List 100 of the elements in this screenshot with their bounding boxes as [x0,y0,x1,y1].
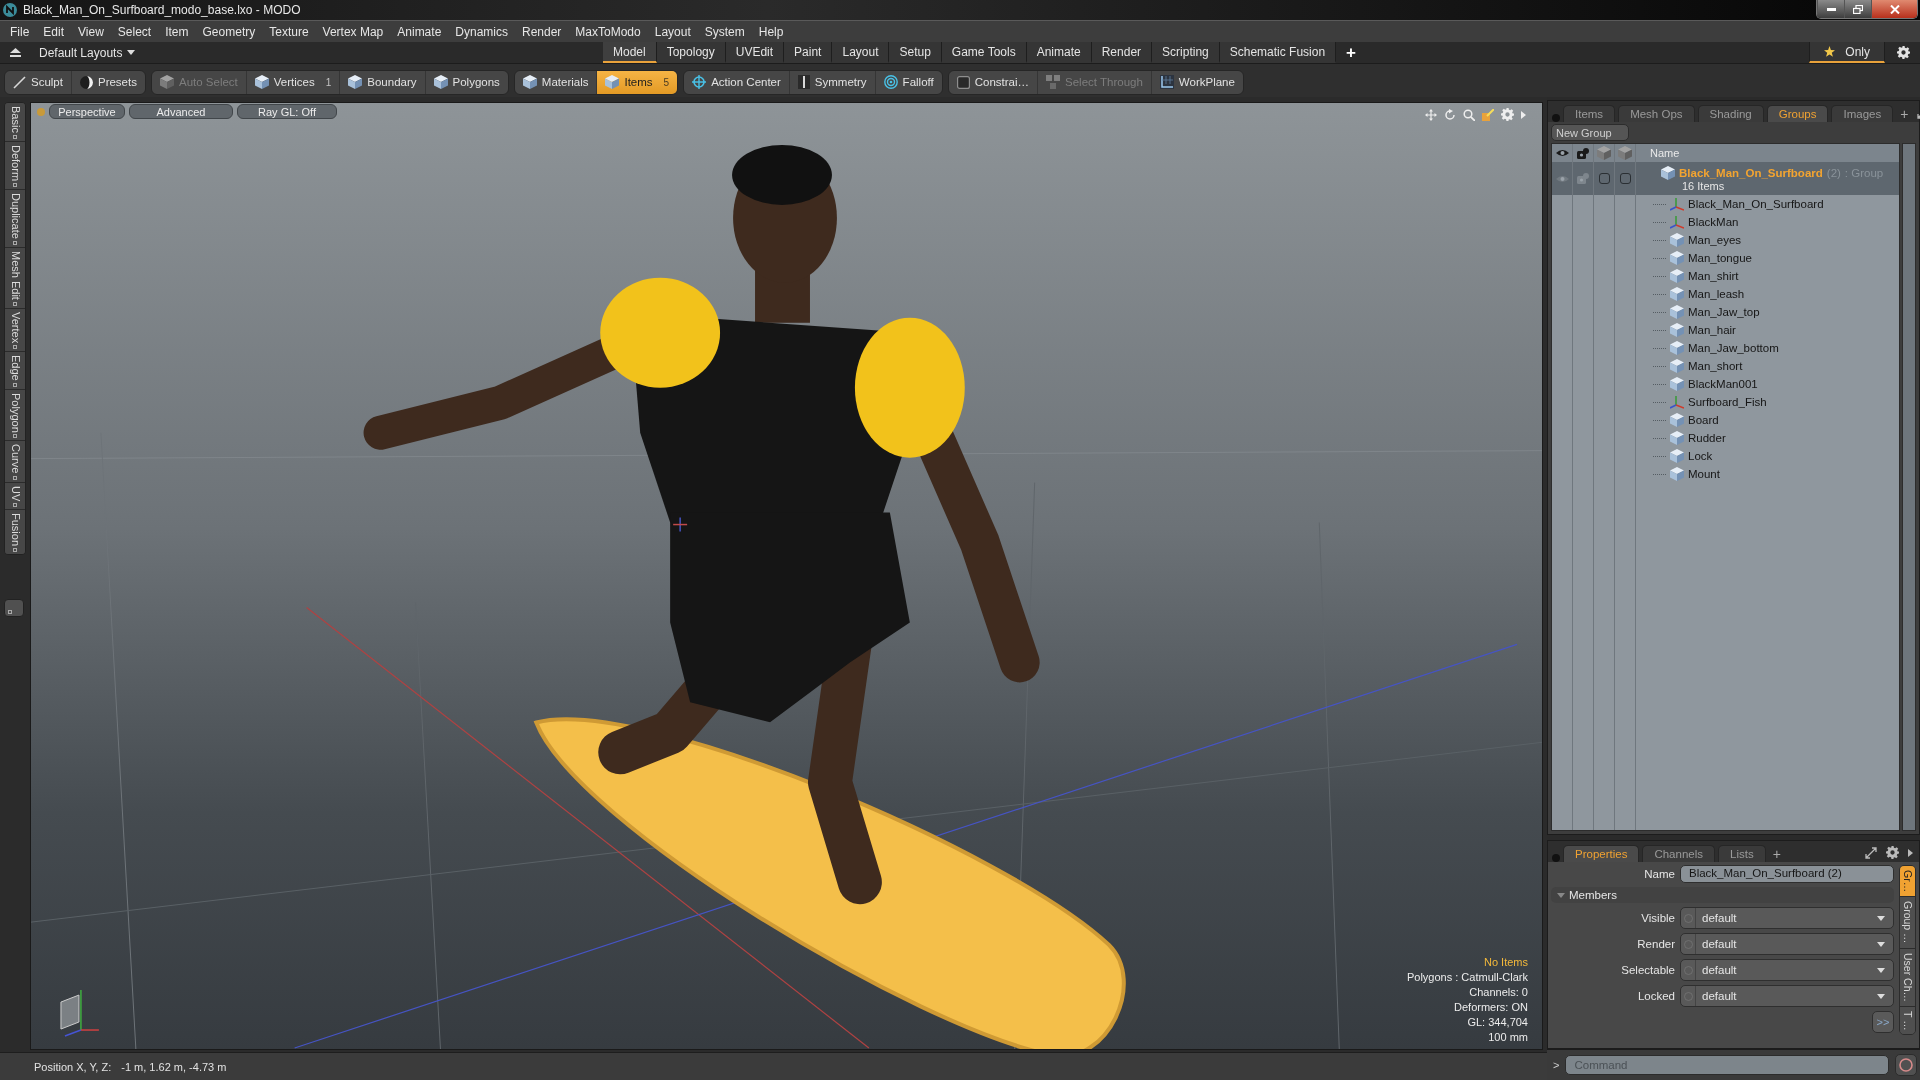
panel-tab[interactable]: Channels [1642,845,1715,862]
dropdown[interactable]: default [1680,907,1894,929]
record-button[interactable] [1895,1054,1917,1076]
layout-tab[interactable]: Render [1091,42,1153,63]
collapse-button[interactable] [8,46,23,59]
viewport-button[interactable]: Perspective [49,104,125,119]
toolbar-button[interactable]: Presets [71,70,145,94]
menu-item[interactable]: System [697,21,752,42]
panel-tab[interactable]: Groups [1766,105,1829,122]
scrollbar-track[interactable] [1902,143,1916,831]
tool-tab[interactable]: Curve [5,441,25,483]
restore-button[interactable] [1844,0,1871,18]
side-tab[interactable]: T … [1900,1006,1915,1035]
panel-menu-button[interactable] [1906,846,1915,859]
viewport[interactable]: Perspective Advanced Ray GL: Off No Items Polygons : Catmull-Clark Channels: 0 Deformers: ON GL: 344,704 100 mm [30,102,1543,1050]
toolbar-button[interactable]: Polygons [425,70,508,94]
menu-item[interactable]: Vertex Map [315,21,391,42]
panel-tab[interactable]: Shading [1697,105,1764,122]
layout-tab[interactable]: Game Tools [941,42,1027,63]
menu-item[interactable]: Animate [390,21,449,42]
menu-item[interactable]: Select [110,21,159,42]
tool-tab[interactable]: Deform [5,141,25,190]
tree-item[interactable]: Black_Man_On_Surfboard [1670,197,1824,211]
add-tab-button[interactable]: + [1896,105,1913,122]
section-toggle[interactable]: Members [1551,887,1894,903]
menu-item[interactable]: Edit [36,21,72,42]
dropdown[interactable]: default [1680,933,1894,955]
tree-item[interactable]: Man_leash [1670,287,1745,301]
side-tab[interactable]: Group … [1900,897,1915,949]
dropdown[interactable]: default [1680,985,1894,1007]
menu-item[interactable]: Render [515,21,569,42]
menu-item[interactable]: MaxToModo [568,21,648,42]
toolbar-button[interactable]: Constrai… [948,70,1039,94]
maximize-panel-button[interactable] [1863,844,1879,861]
panel-tab[interactable]: Items [1563,105,1616,122]
menu-item[interactable]: View [71,21,111,42]
menu-item[interactable]: Geometry [195,21,263,42]
panel-settings-button[interactable] [1884,844,1901,861]
viewport-settings-button[interactable] [1499,106,1516,123]
tree-item[interactable]: Board [1670,413,1719,427]
layout-tab[interactable]: Animate [1026,42,1092,63]
rotate-button[interactable] [1442,106,1458,123]
side-tab[interactable]: User Ch… [1900,948,1915,1007]
add-tab-button[interactable]: + [1768,845,1785,862]
tool-tab[interactable]: UV [5,482,25,511]
layout-tab[interactable]: Schematic Fusion [1219,42,1337,63]
side-tab[interactable]: Gr… [1900,866,1915,898]
tool-tab[interactable]: Vertex [5,308,25,352]
menu-item[interactable]: Help [751,21,791,42]
viewport-menu-button[interactable] [1519,108,1528,121]
menu-item[interactable]: Layout [647,21,698,42]
dropdown[interactable]: default [1680,959,1894,981]
only-toggle[interactable]: Only [1809,42,1885,63]
panel-toggle-button[interactable] [4,599,24,618]
layout-tab[interactable]: Paint [784,42,833,63]
layout-tab[interactable]: Scripting [1152,42,1220,63]
toolbar-button[interactable]: Action Center [684,70,790,94]
toolbar-button[interactable]: Falloff [875,70,942,94]
menu-item[interactable]: Texture [262,21,316,42]
panel-tab[interactable]: Lists [1718,845,1766,862]
toolbar-button[interactable]: Sculpt [5,70,72,94]
tool-tab[interactable]: Basic [5,103,25,142]
tree-item[interactable]: Surfboard_Fish [1670,395,1767,409]
tool-tab[interactable]: Mesh Edit [5,247,25,309]
add-tab-button[interactable]: + [1336,42,1367,63]
toolbar-button[interactable]: Symmetry [789,70,876,94]
layout-tab[interactable]: Layout [832,42,890,63]
menu-item[interactable]: Item [158,21,196,42]
tree-item[interactable]: Man_tongue [1670,251,1752,265]
tool-tab[interactable]: Edge [5,351,25,390]
tree-item[interactable]: Mount [1670,467,1720,481]
layouts-dropdown[interactable]: Default Layouts [37,43,138,62]
tool-tab[interactable]: Fusion [5,510,25,555]
viewport-button[interactable]: Ray GL: Off [237,104,337,119]
tree-item[interactable]: Lock [1670,449,1713,463]
tree-item[interactable]: Man_eyes [1670,233,1742,247]
layout-tab[interactable]: Model [603,42,657,63]
tree-item[interactable]: Man_Jaw_top [1670,305,1760,319]
menu-item[interactable]: Dynamics [448,21,515,42]
layout-tab[interactable]: UVEdit [725,42,785,63]
toolbar-button[interactable]: Boundary [340,70,426,94]
tree-item[interactable]: Man_shirt [1670,269,1739,283]
tool-tab[interactable]: Duplicate [5,189,25,248]
new-group-button[interactable]: New Group [1551,124,1629,141]
menu-item[interactable]: File [3,21,37,42]
tree-item[interactable]: Man_short [1670,359,1743,373]
tree-item[interactable]: Man_hair [1670,323,1736,337]
panel-tab[interactable]: Mesh Ops [1618,105,1695,122]
toolbar-button[interactable]: WorkPlane [1151,70,1243,94]
name-field[interactable]: Black_Man_On_Surfboard (2) [1680,865,1894,883]
layout-tab[interactable]: Setup [889,42,942,63]
tree-item[interactable]: BlackMan [1670,215,1739,229]
tree-item[interactable]: Man_Jaw_bottom [1670,341,1779,355]
panel-tab[interactable]: Properties [1563,845,1640,862]
close-button[interactable] [1871,0,1917,18]
toolbar-button[interactable]: Items 5 [597,70,678,94]
toolbar-button[interactable]: Vertices 1 [246,70,341,94]
tool-tab[interactable]: Polygon [5,389,25,442]
tree-item[interactable]: BlackMan001 [1670,377,1758,391]
tree-item[interactable]: Rudder [1670,431,1726,445]
